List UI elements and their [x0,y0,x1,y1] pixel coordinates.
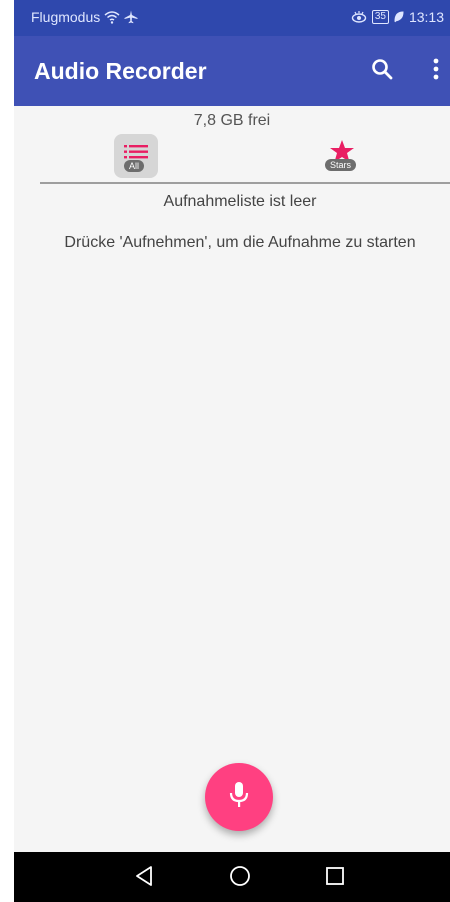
status-right: 35 13:13 [351,9,444,25]
home-circle-icon [229,865,251,892]
tab-divider [40,182,450,184]
app-title: Audio Recorder [34,58,207,84]
empty-list-title: Aufnahmeliste ist leer [163,193,317,210]
back-triangle-icon [135,865,153,891]
back-button[interactable] [132,865,156,891]
carrier-label: Flugmodus [31,9,101,25]
eye-comfort-icon [351,11,367,23]
storage-free-label: 7,8 GB frei [193,112,271,129]
tab-all-label: All [124,160,145,172]
search-button[interactable] [366,55,398,87]
home-button[interactable] [228,865,252,892]
search-icon [371,58,393,85]
navigation-bar [14,852,450,902]
wifi-icon [104,10,120,24]
status-bar: Flugmodus 35 13:13 [14,0,450,36]
battery-indicator: 35 [371,10,389,24]
empty-list-hint: Drücke 'Aufnehmen', um die Aufnahme zu s… [64,234,416,251]
leaf-icon [394,11,404,23]
app-bar: Audio Recorder [14,36,450,106]
tab-all[interactable]: All [114,134,158,178]
record-button[interactable] [205,763,273,831]
status-time: 13:13 [408,9,444,25]
recent-square-icon [325,866,345,891]
tab-stars-label: Stars [325,159,357,171]
microphone-icon [229,781,249,814]
overflow-menu-icon [433,58,439,85]
airplane-icon [124,10,138,24]
phone-screen: Flugmodus 35 13:13 Audio Recorder 7,8 GB… [14,0,450,902]
overflow-menu-button[interactable] [420,55,450,87]
recent-apps-button[interactable] [323,866,347,891]
status-left: Flugmodus [31,9,138,25]
tab-stars[interactable]: Stars [320,140,364,174]
